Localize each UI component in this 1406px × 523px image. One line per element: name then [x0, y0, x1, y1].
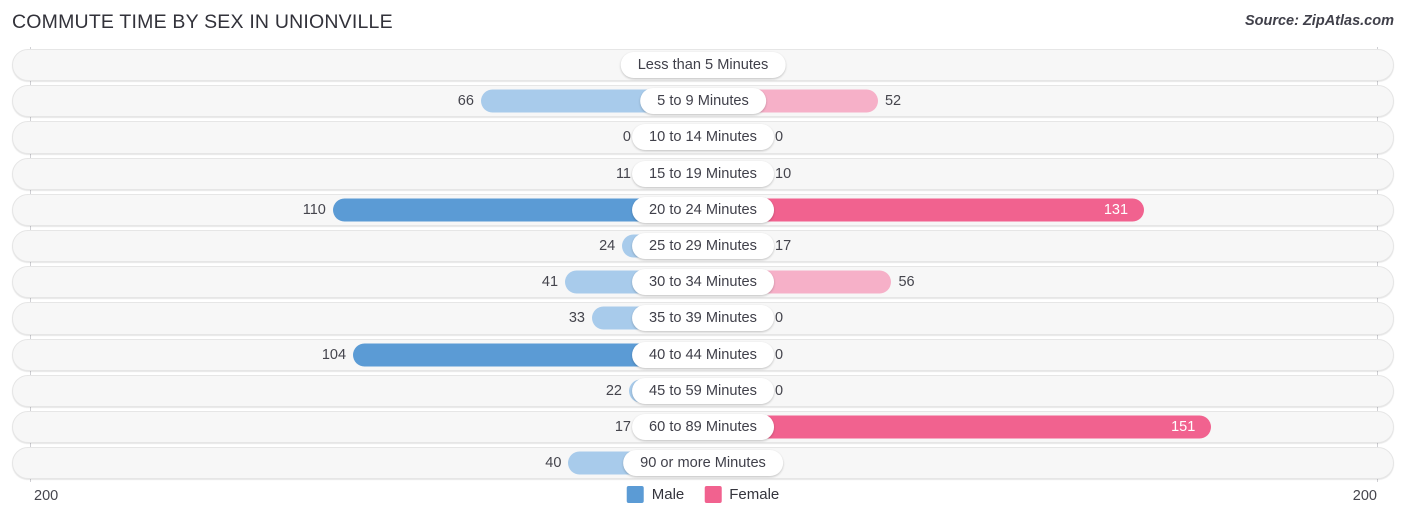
bar-value-female: 0: [775, 129, 784, 146]
bar-row: 41 56 30 to 34 Minutes: [0, 264, 1406, 300]
row-bars: 0 0 10 to 14 Minutes: [0, 119, 1406, 155]
bar-value-female: 131: [1103, 201, 1129, 218]
legend: Male Female: [626, 486, 779, 503]
bar-value-female: 0: [775, 310, 784, 327]
row-bars: 24 17 25 to 29 Minutes: [0, 228, 1406, 264]
category-label-pill: 10 to 14 Minutes: [632, 124, 774, 151]
row-bars: 41 56 30 to 34 Minutes: [0, 264, 1406, 300]
bar-value-male: 22: [605, 382, 622, 399]
chart-header: COMMUTE TIME BY SEX IN UNIONVILLE Source…: [0, 0, 1406, 46]
category-label-pill: 45 to 59 Minutes: [632, 377, 774, 404]
legend-label: Female: [729, 486, 780, 503]
row-bars: 104 0 40 to 44 Minutes: [0, 337, 1406, 373]
legend-item[interactable]: Male: [626, 486, 685, 503]
bar-row: 66 52 5 to 9 Minutes: [0, 83, 1406, 119]
bar-value-female: 17: [775, 237, 792, 254]
bar-value-male: 66: [457, 93, 474, 110]
bar-value-male: 33: [568, 310, 585, 327]
chart-footer: 200 200 Male Female: [0, 482, 1406, 523]
legend-swatch-icon: [626, 486, 644, 503]
row-bars: 22 0 45 to 59 Minutes: [0, 373, 1406, 409]
bar-row: 24 17 25 to 29 Minutes: [0, 228, 1406, 264]
row-bars: 17 151 60 to 89 Minutes: [0, 409, 1406, 445]
bar-value-male: 104: [321, 346, 347, 363]
bar-row: 0 0 10 to 14 Minutes: [0, 119, 1406, 155]
bar-row: 22 0 45 to 59 Minutes: [0, 373, 1406, 409]
row-bars: 11 10 15 to 19 Minutes: [0, 156, 1406, 192]
category-label-pill: 60 to 89 Minutes: [632, 413, 774, 440]
bar-value-male: 110: [302, 201, 326, 218]
row-bars: 40090 or more Minutes: [0, 445, 1406, 481]
chart-plot-area: 00Less than 5 Minutes66525 to 9 Minutes0…: [0, 47, 1406, 482]
bar-row: 33 0 35 to 39 Minutes: [0, 300, 1406, 336]
category-label-pill: 5 to 9 Minutes: [640, 88, 766, 115]
category-label-pill: 20 to 24 Minutes: [632, 196, 774, 223]
bar-row: 40090 or more Minutes: [0, 445, 1406, 481]
bar-female[interactable]: [703, 415, 1212, 439]
bar-value-male: 40: [545, 454, 562, 471]
bar-value-female: 10: [775, 165, 792, 182]
source-label: Source: ZipAtlas.com: [1244, 13, 1394, 29]
category-label-pill: 40 to 44 Minutes: [632, 341, 774, 368]
bar-value-male: 24: [599, 237, 616, 254]
bar-value-female: 0: [775, 346, 784, 363]
bar-value-male: 41: [541, 273, 559, 290]
bar-value-female: 56: [898, 273, 915, 290]
category-label-pill: Less than 5 Minutes: [620, 52, 786, 79]
axis-label-right: 200: [1352, 488, 1377, 504]
bar-value-male: 17: [614, 418, 631, 435]
category-label-pill: 90 or more Minutes: [623, 450, 783, 477]
legend-item[interactable]: Female: [704, 486, 779, 503]
bar-row: 17 151 60 to 89 Minutes: [0, 409, 1406, 445]
bar-value-male: 11: [615, 165, 631, 182]
legend-label: Male: [651, 486, 685, 503]
page-title: COMMUTE TIME BY SEX IN UNIONVILLE: [12, 11, 393, 33]
bar-row: 110 131 20 to 24 Minutes: [0, 192, 1406, 228]
row-bars: 66 52 5 to 9 Minutes: [0, 83, 1406, 119]
legend-swatch-icon: [704, 486, 722, 503]
bar-row: 104 0 40 to 44 Minutes: [0, 337, 1406, 373]
bar-rows: 00Less than 5 Minutes66525 to 9 Minutes0…: [0, 47, 1406, 482]
bar-value-male: 0: [622, 129, 631, 146]
category-label-pill: 30 to 34 Minutes: [632, 269, 774, 296]
row-bars: 110 131 20 to 24 Minutes: [0, 192, 1406, 228]
bar-row: 00Less than 5 Minutes: [0, 47, 1406, 83]
category-label-pill: 35 to 39 Minutes: [632, 305, 774, 332]
bar-row: 11 10 15 to 19 Minutes: [0, 156, 1406, 192]
row-bars: 33 0 35 to 39 Minutes: [0, 300, 1406, 336]
bar-value-female: 52: [884, 93, 902, 110]
row-bars: 00Less than 5 Minutes: [0, 47, 1406, 83]
category-label-pill: 15 to 19 Minutes: [632, 160, 774, 187]
axis-label-left: 200: [34, 488, 59, 504]
bar-value-female: 0: [775, 382, 784, 399]
bar-value-female: 151: [1171, 418, 1196, 435]
category-label-pill: 25 to 29 Minutes: [632, 233, 774, 260]
